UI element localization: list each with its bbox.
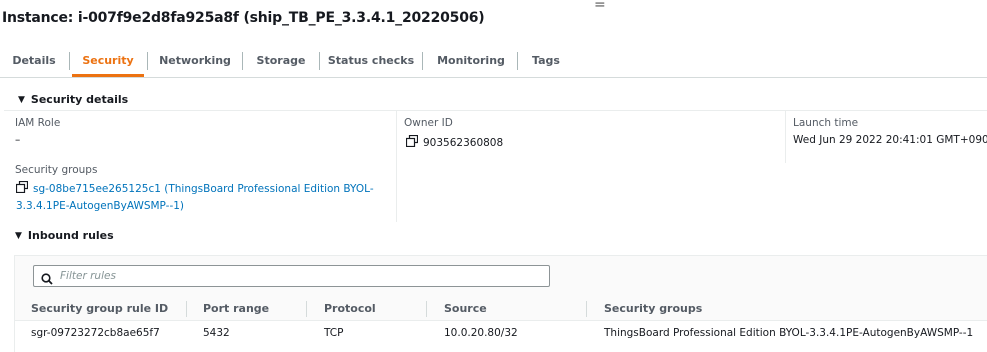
column-divider: [426, 301, 427, 317]
inbound-rules-heading: Inbound rules: [27, 229, 114, 242]
tab-divider: [242, 52, 243, 70]
tab-status-checks[interactable]: Status checks: [323, 45, 419, 77]
owner-id-value: 903562360808: [406, 134, 503, 149]
tab-divider: [517, 52, 518, 70]
tab-divider: [319, 52, 320, 70]
caret-down-icon: ▼: [15, 231, 22, 241]
copy-icon[interactable]: [406, 135, 418, 147]
copy-icon[interactable]: [16, 181, 28, 193]
owner-id-text: 903562360808: [423, 137, 504, 149]
column-divider: [396, 111, 397, 222]
tab-monitoring[interactable]: Monitoring: [426, 45, 516, 77]
column-header-protocol[interactable]: Protocol: [324, 302, 376, 315]
cell-security-groups: ThingsBoard Professional Edition BYOL-3.…: [604, 327, 974, 339]
column-header-security-groups[interactable]: Security groups: [604, 302, 702, 315]
tab-divider: [69, 52, 70, 70]
column-divider: [586, 301, 587, 317]
iam-role-label: IAM Role: [15, 117, 61, 129]
security-group-link-text-cont[interactable]: 3.3.4.1PE-AutogenByAWSMP--1): [16, 200, 184, 212]
filter-rules-box[interactable]: [33, 265, 550, 287]
cell-source: 10.0.20.80/32: [444, 327, 518, 339]
tab-divider: [422, 52, 423, 70]
launch-time-value: Wed Jun 29 2022 20:41:01 GMT+0900: [793, 134, 987, 146]
security-group-link[interactable]: sg-08be715ee265125c1 (ThingsBoard Profes…: [16, 180, 391, 215]
tab-divider: [147, 52, 148, 70]
tab-security[interactable]: Security: [72, 45, 144, 77]
security-groups-label: Security groups: [15, 164, 98, 176]
security-details-heading: Security details: [30, 93, 129, 106]
owner-id-label: Owner ID: [404, 117, 453, 129]
tab-tags[interactable]: Tags: [522, 45, 570, 77]
tab-storage[interactable]: Storage: [246, 45, 316, 77]
divider: [4, 110, 987, 111]
cell-port-range: 5432: [203, 327, 230, 339]
security-details-toggle[interactable]: ▼ Security details: [18, 93, 128, 106]
column-header-port-range[interactable]: Port range: [203, 302, 269, 315]
search-icon: [41, 270, 53, 289]
filter-rules-input[interactable]: [60, 268, 540, 284]
drag-handle-icon[interactable]: =: [594, 0, 606, 13]
caret-down-icon: ▼: [18, 95, 25, 105]
security-group-link-text[interactable]: sg-08be715ee265125c1 (ThingsBoard Profes…: [33, 183, 374, 195]
column-divider: [186, 301, 187, 317]
column-divider: [785, 111, 786, 163]
iam-role-value: –: [15, 134, 21, 146]
cell-rule-id: sgr-09723272cb8ae65f7: [31, 327, 160, 339]
launch-time-label: Launch time: [793, 117, 859, 129]
tab-details[interactable]: Details: [4, 45, 64, 77]
tab-bar: Details Security Networking Storage Stat…: [0, 45, 987, 78]
tab-networking[interactable]: Networking: [151, 45, 239, 77]
column-header-source[interactable]: Source: [444, 302, 487, 315]
inbound-rules-toggle[interactable]: ▼ Inbound rules: [15, 229, 114, 242]
column-divider: [306, 301, 307, 317]
column-header-rule-id[interactable]: Security group rule ID: [31, 302, 168, 315]
page-title: Instance: i-007f9e2d8fa925a8f (ship_TB_P…: [2, 10, 485, 26]
cell-protocol: TCP: [324, 327, 344, 339]
